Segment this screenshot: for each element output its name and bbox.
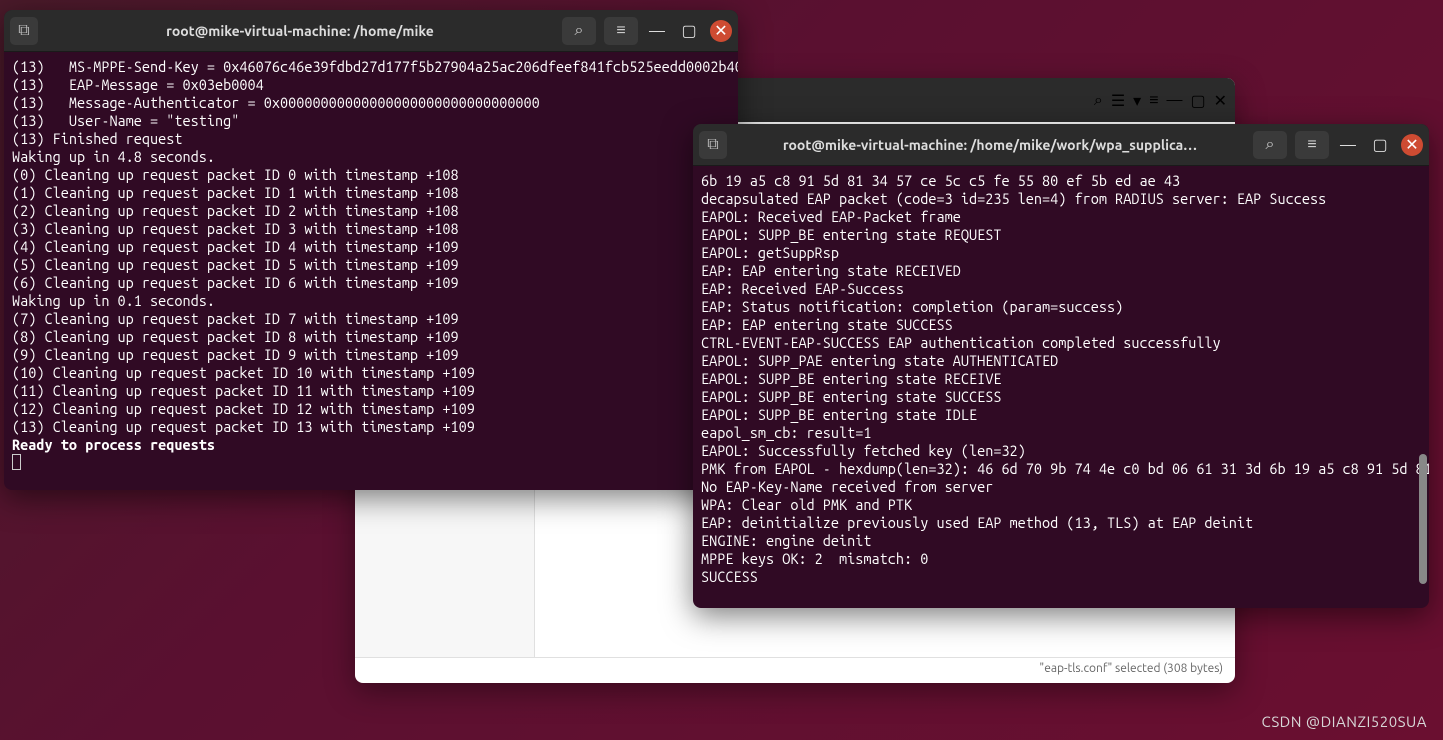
view-list-button[interactable]: ☰ bbox=[1111, 91, 1125, 110]
search-button[interactable]: ⌕ bbox=[1094, 91, 1103, 110]
scrollbar-thumb[interactable] bbox=[1419, 454, 1427, 584]
close-button[interactable]: ✕ bbox=[1401, 134, 1423, 156]
menu-button[interactable]: ≡ bbox=[604, 17, 638, 45]
close-button[interactable]: ✕ bbox=[1214, 91, 1227, 110]
maximize-button[interactable]: ▢ bbox=[678, 20, 700, 42]
view-dropdown[interactable]: ▾ bbox=[1133, 91, 1141, 110]
search-button[interactable]: ⌕ bbox=[1253, 131, 1287, 159]
terminal2-title: root@mike-virtual-machine: /home/mike/wo… bbox=[735, 137, 1245, 153]
terminal1-titlebar: ⧉ root@mike-virtual-machine: /home/mike … bbox=[4, 10, 738, 52]
terminal1-output[interactable]: (13) MS-MPPE-Send-Key = 0x46076c46e39fdb… bbox=[4, 52, 738, 490]
hamburger-menu[interactable]: ≡ bbox=[1149, 91, 1158, 110]
files-statusbar: "eap-tls.conf" selected (308 bytes) bbox=[355, 657, 1235, 683]
watermark: CSDN @DIANZI520SUA bbox=[1261, 713, 1427, 730]
terminal-window-1: ⧉ root@mike-virtual-machine: /home/mike … bbox=[4, 10, 738, 490]
menu-button[interactable]: ≡ bbox=[1295, 131, 1329, 159]
terminal2-output[interactable]: 6b 19 a5 c8 91 5d 81 34 57 ce 5c c5 fe 5… bbox=[693, 166, 1429, 608]
minimize-button[interactable]: — bbox=[646, 20, 668, 42]
new-tab-button[interactable]: ⧉ bbox=[10, 17, 38, 45]
maximize-button[interactable]: ▢ bbox=[1190, 91, 1205, 110]
search-button[interactable]: ⌕ bbox=[562, 17, 596, 45]
terminal-window-2: ⧉ root@mike-virtual-machine: /home/mike/… bbox=[693, 124, 1429, 608]
terminal1-title: root@mike-virtual-machine: /home/mike bbox=[46, 23, 554, 39]
terminal2-titlebar: ⧉ root@mike-virtual-machine: /home/mike/… bbox=[693, 124, 1429, 166]
maximize-button[interactable]: ▢ bbox=[1369, 134, 1391, 156]
new-tab-button[interactable]: ⧉ bbox=[699, 131, 727, 159]
minimize-button[interactable]: — bbox=[1167, 91, 1183, 109]
close-button[interactable]: ✕ bbox=[710, 20, 732, 42]
minimize-button[interactable]: — bbox=[1337, 134, 1359, 156]
